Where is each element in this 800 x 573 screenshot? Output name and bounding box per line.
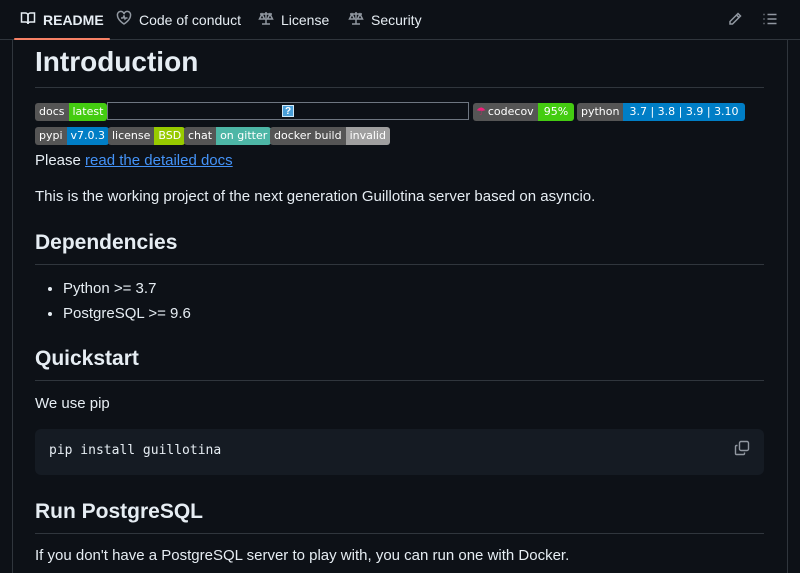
codecov-logo-icon: ☂ <box>476 105 486 118</box>
read-docs-link[interactable]: read the detailed docs <box>85 152 233 169</box>
tab-code-of-conduct-label: Code of conduct <box>139 11 241 28</box>
tab-license[interactable]: License <box>258 0 329 39</box>
table-of-contents-button[interactable] <box>762 11 780 29</box>
code-snippet[interactable]: pip install guillotina <box>49 443 221 458</box>
page-title: Introduction <box>35 45 764 88</box>
tab-code-of-conduct[interactable]: Code of conduct <box>116 0 241 39</box>
docker-build-badge[interactable]: docker build invalid <box>270 127 390 145</box>
codecov-badge[interactable]: ☂ codecov 95% <box>473 103 575 121</box>
copy-icon <box>734 440 750 460</box>
heart-icon <box>116 10 132 29</box>
dependencies-list: Python >= 3.7 PostgreSQL >= 9.6 <box>35 276 191 326</box>
docs-paragraph: Please read the detailed docs <box>35 152 233 169</box>
run-postgresql-heading: Run PostgreSQL <box>35 498 764 534</box>
tab-security[interactable]: Security <box>348 0 422 39</box>
docs-badge[interactable]: docs latest <box>35 103 108 121</box>
code-block: pip install guillotina <box>35 429 764 475</box>
tab-readme-label: README <box>43 11 104 28</box>
dependencies-heading: Dependencies <box>35 229 764 265</box>
book-icon <box>20 10 36 29</box>
list-item: PostgreSQL >= 9.6 <box>63 301 191 326</box>
edit-button[interactable] <box>727 11 745 29</box>
project-description: This is the working project of the next … <box>35 188 596 205</box>
list-item: Python >= 3.7 <box>63 276 191 301</box>
broken-image-icon: ? <box>282 105 294 117</box>
readme-tab-bar: README Code of conduct License Security <box>0 0 800 40</box>
pypi-badge[interactable]: pypi v7.0.3 <box>35 127 110 145</box>
tab-readme[interactable]: README <box>14 0 110 40</box>
pencil-icon <box>727 12 743 31</box>
quickstart-heading: Quickstart <box>35 345 764 381</box>
chat-badge[interactable]: chat on gitter <box>184 127 272 145</box>
quickstart-text: We use pip <box>35 395 110 412</box>
tab-security-label: Security <box>371 11 422 28</box>
scale-icon <box>258 10 274 29</box>
copy-button[interactable] <box>734 440 752 458</box>
license-badge[interactable]: license BSD <box>108 127 186 145</box>
broken-image-badge[interactable]: ? <box>107 102 469 120</box>
tab-license-label: License <box>281 11 330 28</box>
scale-icon <box>348 10 364 29</box>
list-icon <box>762 13 778 31</box>
python-badge[interactable]: python 3.7 | 3.8 | 3.9 | 3.10 <box>577 103 745 121</box>
postgresql-text: If you don't have a PostgreSQL server to… <box>35 547 570 564</box>
